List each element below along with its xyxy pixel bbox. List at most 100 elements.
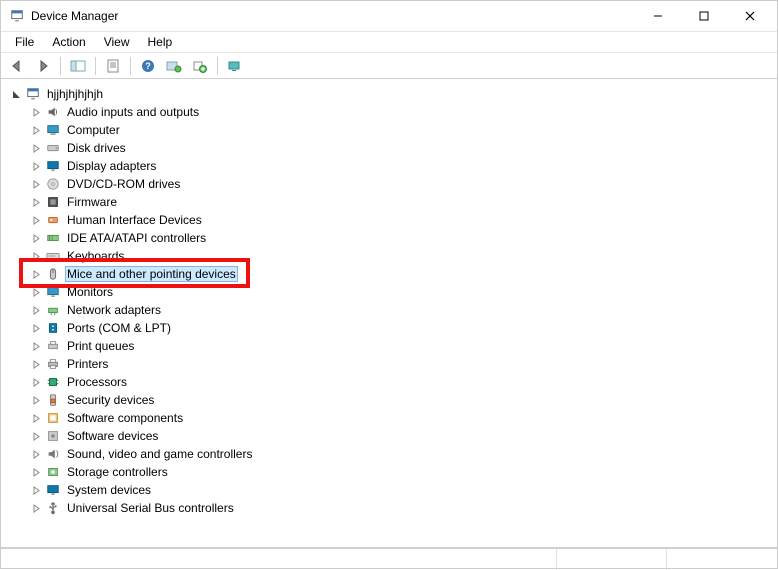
toolbar: ? (1, 53, 777, 79)
tree-category-label[interactable]: Keyboards (65, 248, 126, 264)
tree-category-label[interactable]: Software components (65, 410, 185, 426)
tree-category-label[interactable]: Storage controllers (65, 464, 170, 480)
expander-icon[interactable] (29, 393, 43, 407)
expander-icon[interactable] (9, 87, 23, 101)
tree-category-label[interactable]: IDE ATA/ATAPI controllers (65, 230, 208, 246)
tree-category-label[interactable]: Sound, video and game controllers (65, 446, 254, 462)
show-hide-tree-button[interactable] (66, 55, 90, 77)
expander-icon[interactable] (29, 141, 43, 155)
maximize-button[interactable] (681, 1, 727, 31)
expander-icon[interactable] (29, 249, 43, 263)
tree-category[interactable]: Audio inputs and outputs (9, 103, 769, 121)
storage-icon (45, 464, 61, 480)
close-button[interactable] (727, 1, 773, 31)
tree-category-label[interactable]: Printers (65, 356, 110, 372)
uninstall-device-button[interactable] (188, 55, 212, 77)
menu-view[interactable]: View (96, 33, 138, 51)
expander-icon[interactable] (29, 123, 43, 137)
expander-icon[interactable] (29, 429, 43, 443)
display-icon (45, 158, 61, 174)
back-button[interactable] (5, 55, 29, 77)
expander-icon[interactable] (29, 105, 43, 119)
tree-category-label[interactable]: Human Interface Devices (65, 212, 204, 228)
tree-category[interactable]: Print queues (9, 337, 769, 355)
expander-icon[interactable] (29, 231, 43, 245)
tree-category-label[interactable]: Network adapters (65, 302, 163, 318)
printer-icon (45, 356, 61, 372)
tree-category-label[interactable]: Computer (65, 122, 122, 138)
expander-icon[interactable] (29, 447, 43, 461)
tree-category[interactable]: Keyboards (9, 247, 769, 265)
help-button[interactable]: ? (136, 55, 160, 77)
toolbar-separator (95, 57, 96, 75)
tree-category[interactable]: Display adapters (9, 157, 769, 175)
menu-file[interactable]: File (7, 33, 42, 51)
tree-category[interactable]: Security devices (9, 391, 769, 409)
tree-root[interactable]: hjjhjhjhjhjh (9, 85, 769, 103)
tree-category[interactable]: Processors (9, 373, 769, 391)
tree-category-label[interactable]: Security devices (65, 392, 156, 408)
tree-category-label[interactable]: Monitors (65, 284, 115, 300)
expander-icon[interactable] (29, 285, 43, 299)
tree-category[interactable]: IDE ATA/ATAPI controllers (9, 229, 769, 247)
expander-icon[interactable] (29, 321, 43, 335)
menu-help[interactable]: Help (140, 33, 181, 51)
tree-category-label[interactable]: Ports (COM & LPT) (65, 320, 173, 336)
tree-root-label[interactable]: hjjhjhjhjhjh (45, 86, 105, 102)
tree-category[interactable]: DVD/CD-ROM drives (9, 175, 769, 193)
tree-category-label[interactable]: Display adapters (65, 158, 158, 174)
tree-category-label[interactable]: Firmware (65, 194, 119, 210)
tree-category[interactable]: Software components (9, 409, 769, 427)
speaker-icon (45, 104, 61, 120)
tree-category[interactable]: System devices (9, 481, 769, 499)
tree-category[interactable]: Software devices (9, 427, 769, 445)
tree-category[interactable]: Firmware (9, 193, 769, 211)
expander-icon[interactable] (29, 483, 43, 497)
menu-action[interactable]: Action (44, 33, 93, 51)
expander-icon[interactable] (29, 213, 43, 227)
tree-category-label[interactable]: Print queues (65, 338, 136, 354)
hid-icon (45, 212, 61, 228)
swdev-icon (45, 428, 61, 444)
properties-button[interactable] (101, 55, 125, 77)
tree-category[interactable]: Human Interface Devices (9, 211, 769, 229)
tree-category[interactable]: Storage controllers (9, 463, 769, 481)
firmware-icon (45, 194, 61, 210)
expander-icon[interactable] (29, 195, 43, 209)
tree-category[interactable]: Disk drives (9, 139, 769, 157)
forward-button[interactable] (31, 55, 55, 77)
security-icon (45, 392, 61, 408)
expander-icon[interactable] (29, 159, 43, 173)
tree-category[interactable]: Mice and other pointing devices (9, 265, 769, 283)
tree-category-label[interactable]: Audio inputs and outputs (65, 104, 201, 120)
tree-category[interactable]: Printers (9, 355, 769, 373)
minimize-button[interactable] (635, 1, 681, 31)
expander-icon[interactable] (29, 375, 43, 389)
expander-icon[interactable] (29, 465, 43, 479)
tree-category-label[interactable]: Universal Serial Bus controllers (65, 500, 236, 516)
expander-icon[interactable] (29, 357, 43, 371)
device-tree[interactable]: hjjhjhjhjhjh Audio inputs and outputs Com… (9, 85, 769, 517)
expander-icon[interactable] (29, 411, 43, 425)
expander-icon[interactable] (29, 303, 43, 317)
computer-root-icon (25, 86, 41, 102)
app-icon (9, 8, 25, 24)
tree-category[interactable]: Ports (COM & LPT) (9, 319, 769, 337)
tree-category-label[interactable]: Software devices (65, 428, 160, 444)
tree-category-label[interactable]: Mice and other pointing devices (65, 266, 238, 282)
expander-icon[interactable] (29, 339, 43, 353)
expander-icon[interactable] (29, 267, 43, 281)
tree-category[interactable]: Monitors (9, 283, 769, 301)
scan-hardware-button[interactable] (223, 55, 247, 77)
update-driver-button[interactable] (162, 55, 186, 77)
expander-icon[interactable] (29, 501, 43, 515)
tree-category[interactable]: Computer (9, 121, 769, 139)
expander-icon[interactable] (29, 177, 43, 191)
tree-category-label[interactable]: System devices (65, 482, 153, 498)
tree-category[interactable]: Sound, video and game controllers (9, 445, 769, 463)
tree-category-label[interactable]: Disk drives (65, 140, 128, 156)
tree-category-label[interactable]: Processors (65, 374, 129, 390)
tree-category[interactable]: Universal Serial Bus controllers (9, 499, 769, 517)
tree-category-label[interactable]: DVD/CD-ROM drives (65, 176, 182, 192)
tree-category[interactable]: Network adapters (9, 301, 769, 319)
